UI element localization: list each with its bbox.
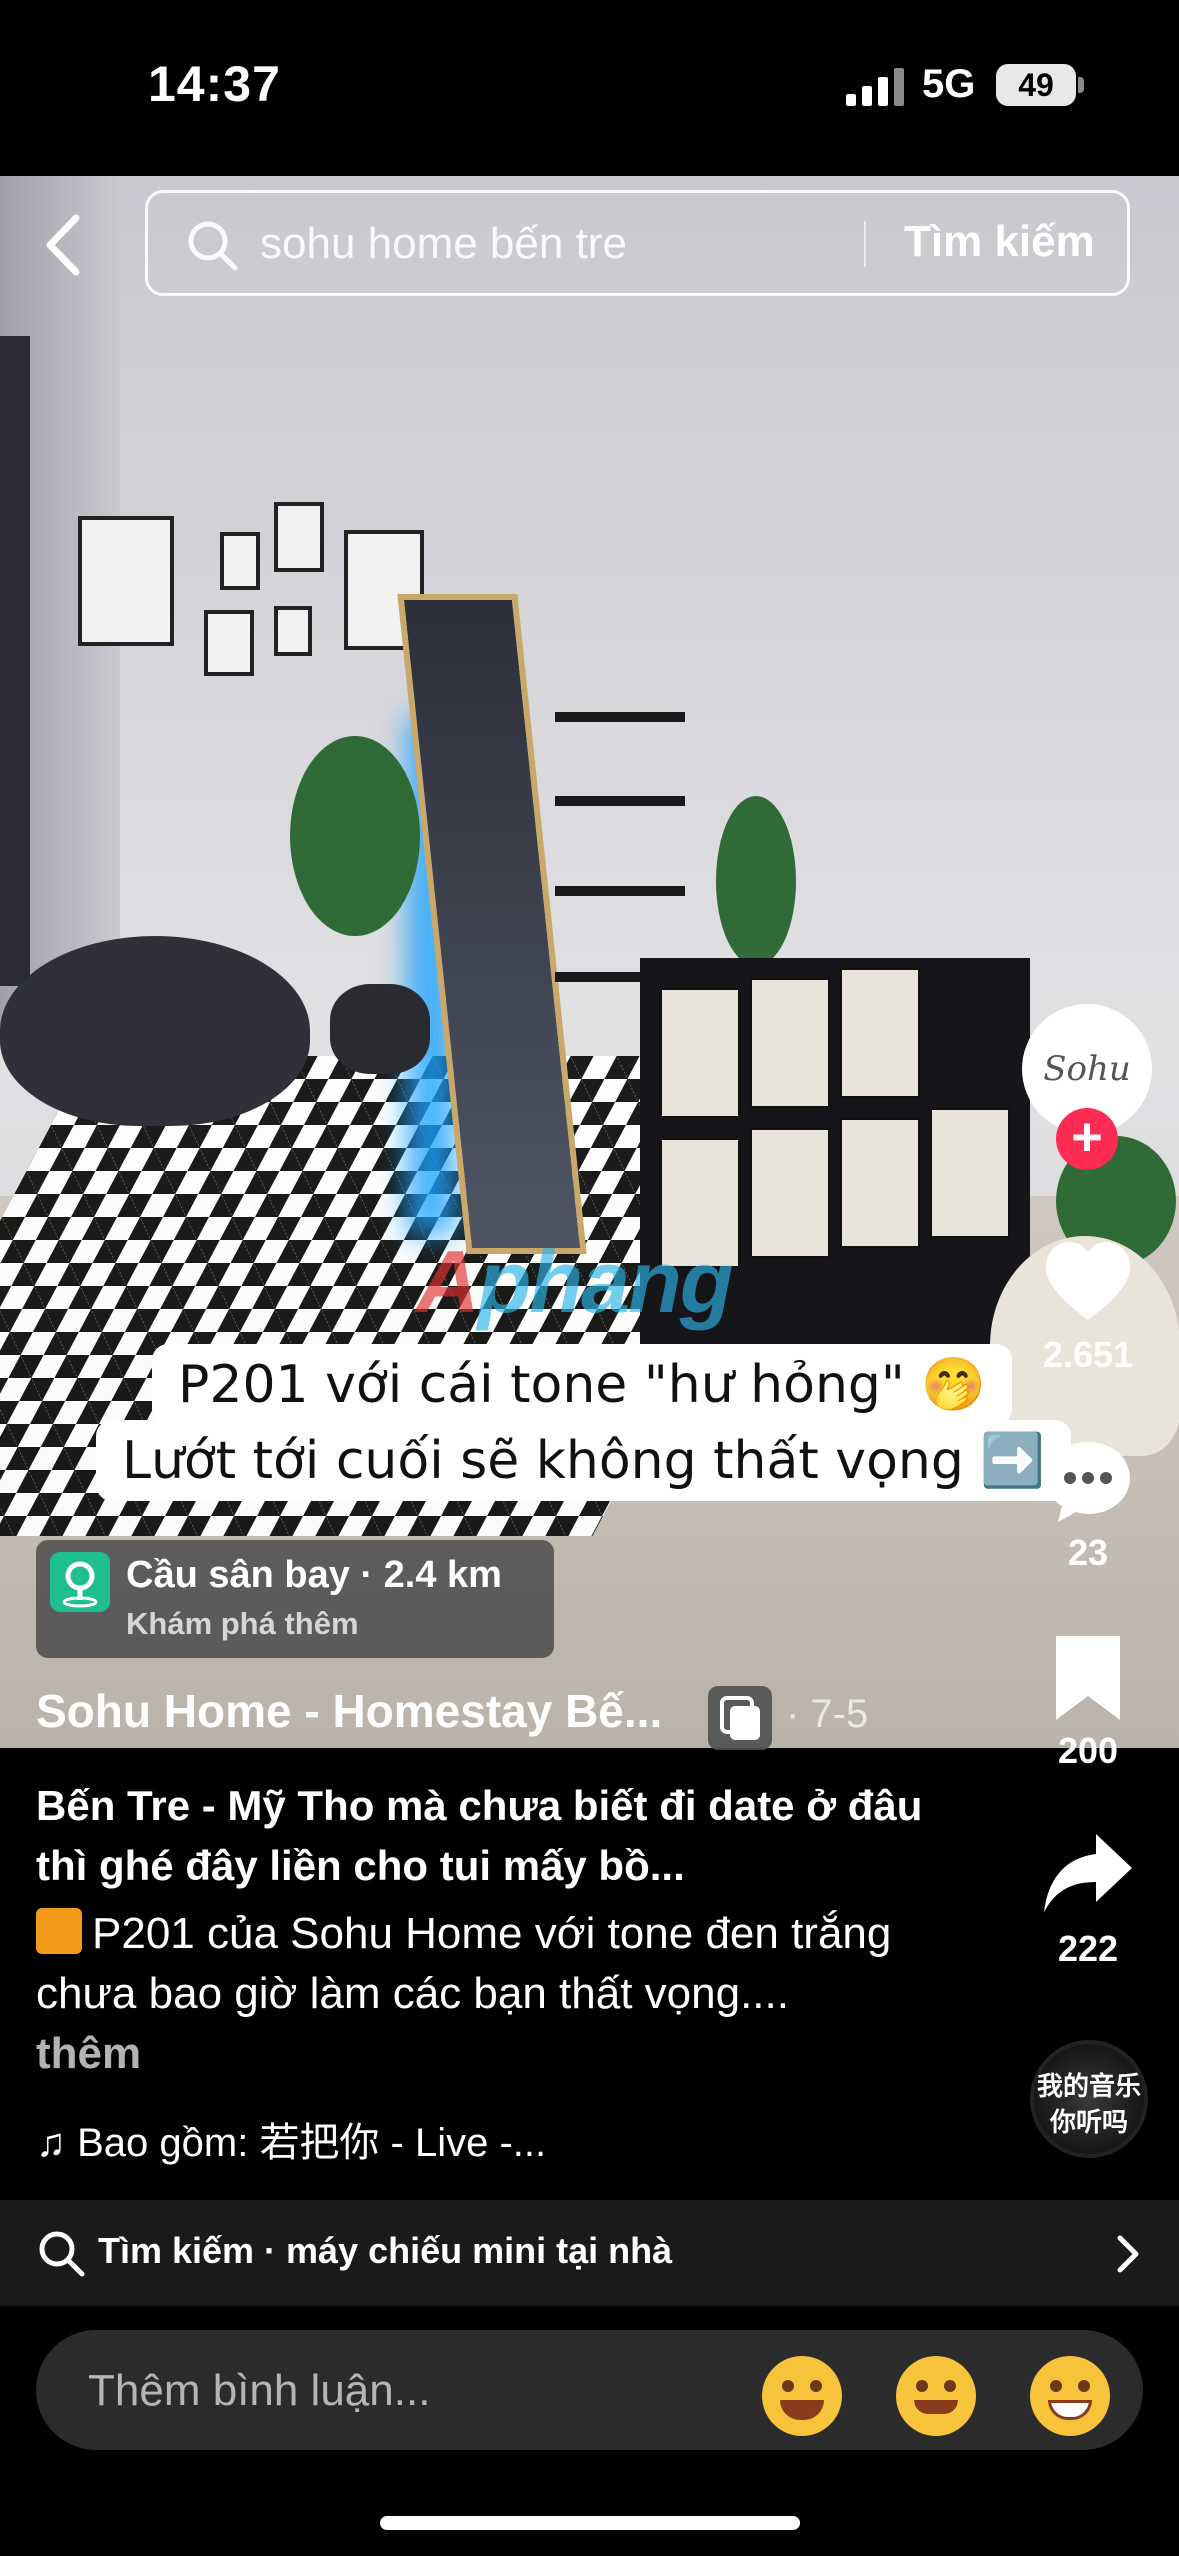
photo-mode-icon bbox=[708, 1686, 772, 1750]
search-icon bbox=[39, 2231, 85, 2277]
scene-shelf bbox=[555, 886, 685, 896]
scene-plant bbox=[716, 796, 796, 966]
author-name[interactable]: Sohu Home - Homestay Bế... bbox=[36, 1684, 662, 1738]
scene-art-frame bbox=[274, 502, 324, 572]
heart-icon[interactable] bbox=[1040, 1234, 1136, 1330]
scene-shelf bbox=[555, 796, 685, 806]
location-pin-icon bbox=[50, 1552, 110, 1612]
search-suggestion-text: Tìm kiếm · máy chiếu mini tại nhà bbox=[98, 2230, 673, 2271]
grin-emoji-icon[interactable] bbox=[1030, 2356, 1110, 2436]
back-chevron-icon[interactable] bbox=[36, 210, 96, 280]
music-disc[interactable]: 我的音乐 你听吗 bbox=[1030, 2040, 1148, 2158]
page-dot bbox=[470, 1478, 484, 1492]
network-label: 5G bbox=[922, 62, 976, 106]
scene-cabinet-cell bbox=[930, 1108, 1010, 1238]
page-dot bbox=[574, 1478, 588, 1492]
search-input[interactable]: sohu home bến tre bbox=[260, 219, 627, 269]
battery-cap bbox=[1078, 77, 1084, 93]
share-count: 222 bbox=[1057, 1928, 1119, 1969]
home-indicator[interactable] bbox=[380, 2516, 800, 2530]
scene-pouf bbox=[330, 984, 430, 1074]
scene-art-frame bbox=[204, 610, 254, 676]
scene-art-frame bbox=[274, 606, 312, 656]
scene-cabinet-cell bbox=[840, 968, 920, 1098]
music-info[interactable]: ♫ Bao gồm: 若把你 - Live -... bbox=[36, 2110, 546, 2168]
search-suggestion-bar[interactable]: Tìm kiếm · máy chiếu mini tại nhà bbox=[0, 2200, 1179, 2306]
share-icon[interactable] bbox=[1040, 1826, 1136, 1922]
video-caption-line1: P201 với cái tone "hư hỏng" 🤭 bbox=[152, 1344, 1013, 1425]
music-disc-line2: 你听吗 bbox=[1049, 2107, 1128, 2137]
location-title: Cầu sân bay · 2.4 km bbox=[126, 1554, 502, 1596]
joy-emoji-icon[interactable] bbox=[762, 2356, 842, 2436]
page-dot bbox=[496, 1478, 510, 1492]
search-icon bbox=[188, 221, 238, 271]
search-divider bbox=[864, 221, 866, 267]
battery-icon: 49 bbox=[996, 64, 1076, 106]
scene-cabinet-cell bbox=[660, 988, 740, 1118]
scene-window bbox=[0, 336, 30, 986]
status-time: 14:37 bbox=[148, 56, 281, 112]
location-chip[interactable]: Cầu sân bay · 2.4 km Khám phá thêm bbox=[36, 1540, 554, 1658]
scene-cabinet-cell bbox=[750, 1128, 830, 1258]
comment-input[interactable]: Thêm bình luận... bbox=[88, 2366, 430, 2416]
page-dot bbox=[522, 1478, 536, 1492]
bookmark-icon[interactable] bbox=[1040, 1630, 1136, 1726]
comment-bar[interactable]: Thêm bình luận... bbox=[36, 2330, 1143, 2450]
video-player[interactable]: Aphang P201 với cái tone "hư hỏng" 🤭 Lướ… bbox=[0, 176, 1179, 1748]
watermark-logo: Aphang bbox=[416, 1232, 734, 1331]
comment-count: 23 bbox=[1067, 1532, 1109, 1573]
description-text: P201 của Sohu Home với tone đen trắng ch… bbox=[36, 1909, 892, 2018]
signal-icon bbox=[846, 68, 904, 106]
search-bar[interactable]: sohu home bến tre Tìm kiếm bbox=[145, 190, 1130, 296]
description-body[interactable]: P201 của Sohu Home với tone đen trắng ch… bbox=[36, 1904, 906, 2084]
description-title: Bến Tre - Mỹ Tho mà chưa biết đi date ở … bbox=[36, 1782, 923, 1889]
location-subtitle: Khám phá thêm bbox=[126, 1606, 359, 1641]
page-dot bbox=[548, 1478, 562, 1492]
sparkle-icon bbox=[36, 1908, 82, 1954]
search-button[interactable]: Tìm kiếm bbox=[904, 217, 1095, 267]
scene-beanbag bbox=[0, 936, 310, 1126]
scene-art-frame bbox=[220, 532, 260, 590]
more-link[interactable]: thêm bbox=[36, 2029, 141, 2078]
post-date: · 7-5 bbox=[786, 1692, 869, 1736]
scene-cabinet-cell bbox=[840, 1118, 920, 1248]
scene-cabinet-cell bbox=[750, 978, 830, 1108]
avatar-logo-text: Sohu bbox=[1043, 1049, 1131, 1089]
smiling-hearts-emoji-icon[interactable] bbox=[896, 2356, 976, 2436]
chevron-right-icon bbox=[1117, 2235, 1139, 2273]
save-count: 200 bbox=[1057, 1730, 1119, 1771]
music-disc-line1: 我的音乐 bbox=[1036, 2071, 1141, 2101]
scene-art-frame bbox=[78, 516, 174, 646]
comment-icon[interactable] bbox=[1040, 1432, 1136, 1528]
like-count: 2.651 bbox=[1042, 1334, 1134, 1375]
follow-plus-button[interactable]: + bbox=[1056, 1108, 1118, 1170]
scene-shelf bbox=[555, 712, 685, 722]
status-bar: 14:37 5G 49 bbox=[0, 0, 1179, 176]
scene-plant bbox=[290, 736, 420, 936]
